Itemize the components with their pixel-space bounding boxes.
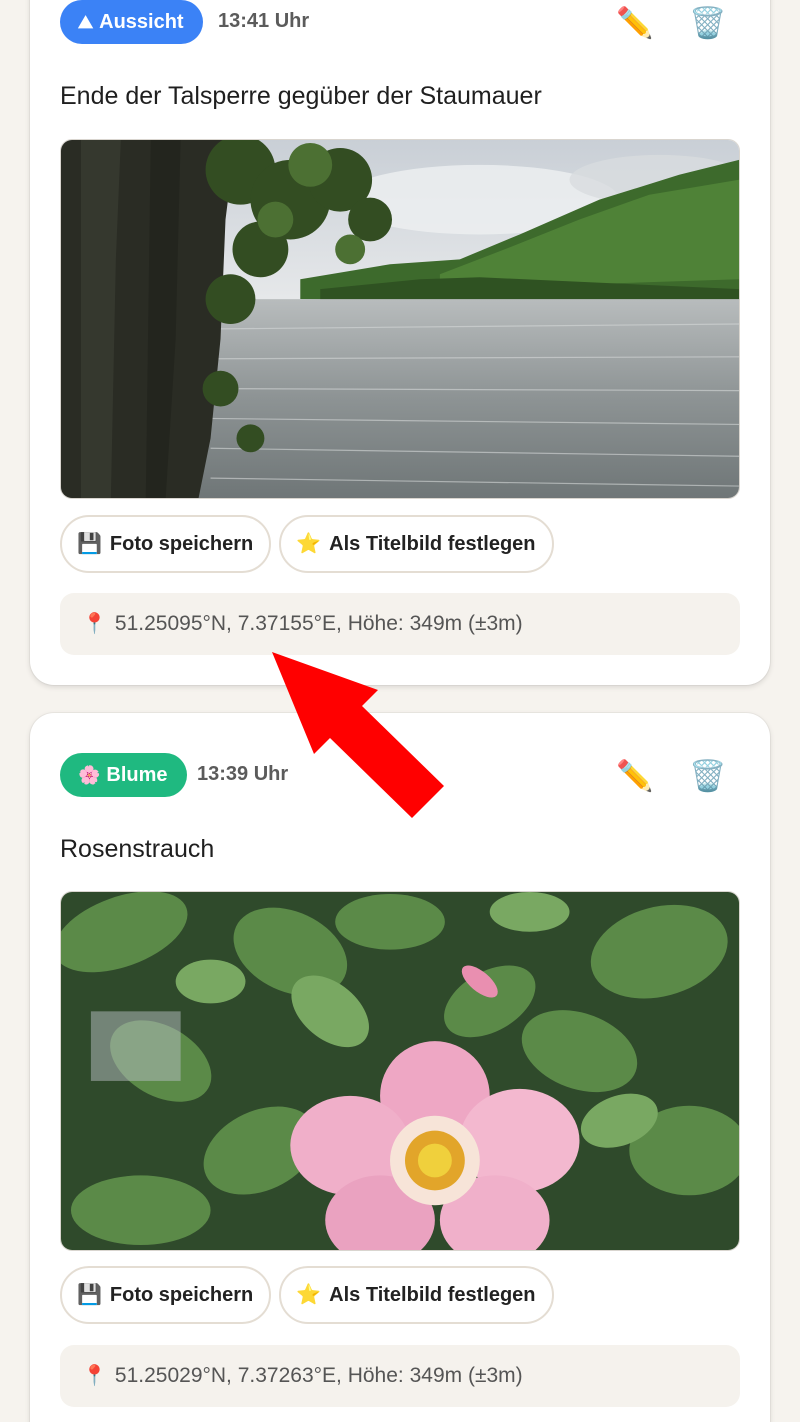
save-photo-button[interactable]: 💾 Foto speichern <box>60 1266 272 1324</box>
floppy-disk-icon: 💾 <box>77 1284 102 1306</box>
rose-photo-image <box>61 892 739 1250</box>
set-cover-button[interactable]: ⭐ Als Titelbild festlegen <box>279 1266 554 1324</box>
edit-pencil-icon[interactable]: ✏️ <box>615 4 655 44</box>
set-cover-label: Als Titelbild festlegen <box>329 1283 536 1306</box>
entry-header: 🌸 Blume 13:39 Uhr ✏️ 🗑️ <box>60 753 740 799</box>
save-photo-label: Foto speichern <box>109 532 254 555</box>
location-pin-icon: 📍 <box>82 1365 107 1387</box>
star-icon: ⭐ <box>296 533 322 555</box>
entry-time: 13:41 Uhr <box>218 10 310 32</box>
flower-icon: 🌸 <box>78 765 101 785</box>
location-info: 📍 51.25029°N, 7.37263°E, Höhe: 349m (±3m… <box>60 1345 740 1407</box>
entry-time: 13:39 Uhr <box>197 763 289 785</box>
edit-pencil-icon[interactable]: ✏️ <box>615 757 655 797</box>
wild-rose-photo[interactable] <box>60 891 740 1251</box>
mountain-icon: ⛰ <box>78 12 94 32</box>
floppy-disk-icon: 💾 <box>77 533 102 555</box>
category-badge: 🌸 Blume <box>60 753 187 797</box>
photo-actions: 💾 Foto speichern ⭐ Als Titelbild festleg… <box>60 515 554 573</box>
entry-card: ⛰ Aussicht 13:41 Uhr ✏️ 🗑️ Ende der Tals… <box>30 0 770 685</box>
star-icon: ⭐ <box>296 1284 322 1306</box>
entry-card: 🌸 Blume 13:39 Uhr ✏️ 🗑️ Rosenstrauch 💾 F… <box>30 713 770 1422</box>
category-badge: ⛰ Aussicht <box>60 0 203 44</box>
entry-title: Ende der Talsperre gegüber der Staumauer <box>60 82 542 110</box>
lake-photo-image <box>61 140 739 498</box>
location-text: 51.25095°N, 7.37155°E, Höhe: 349m (±3m) <box>114 612 523 635</box>
set-cover-button[interactable]: ⭐ Als Titelbild festlegen <box>279 515 554 573</box>
set-cover-label: Als Titelbild festlegen <box>329 532 536 555</box>
delete-trash-icon[interactable]: 🗑️ <box>688 4 728 44</box>
location-info: 📍 51.25095°N, 7.37155°E, Höhe: 349m (±3m… <box>60 593 740 655</box>
save-photo-button[interactable]: 💾 Foto speichern <box>60 515 272 573</box>
category-label: Aussicht <box>99 10 184 33</box>
location-text: 51.25029°N, 7.37263°E, Höhe: 349m (±3m) <box>114 1364 523 1387</box>
entry-title: Rosenstrauch <box>60 835 215 863</box>
entry-header: ⛰ Aussicht 13:41 Uhr ✏️ 🗑️ <box>60 0 740 46</box>
delete-trash-icon[interactable]: 🗑️ <box>688 757 728 797</box>
location-pin-icon: 📍 <box>82 613 107 635</box>
category-label: Blume <box>106 763 168 786</box>
save-photo-label: Foto speichern <box>109 1283 254 1306</box>
lake-with-tree-photo[interactable] <box>60 139 740 499</box>
photo-actions: 💾 Foto speichern ⭐ Als Titelbild festleg… <box>60 1266 554 1324</box>
